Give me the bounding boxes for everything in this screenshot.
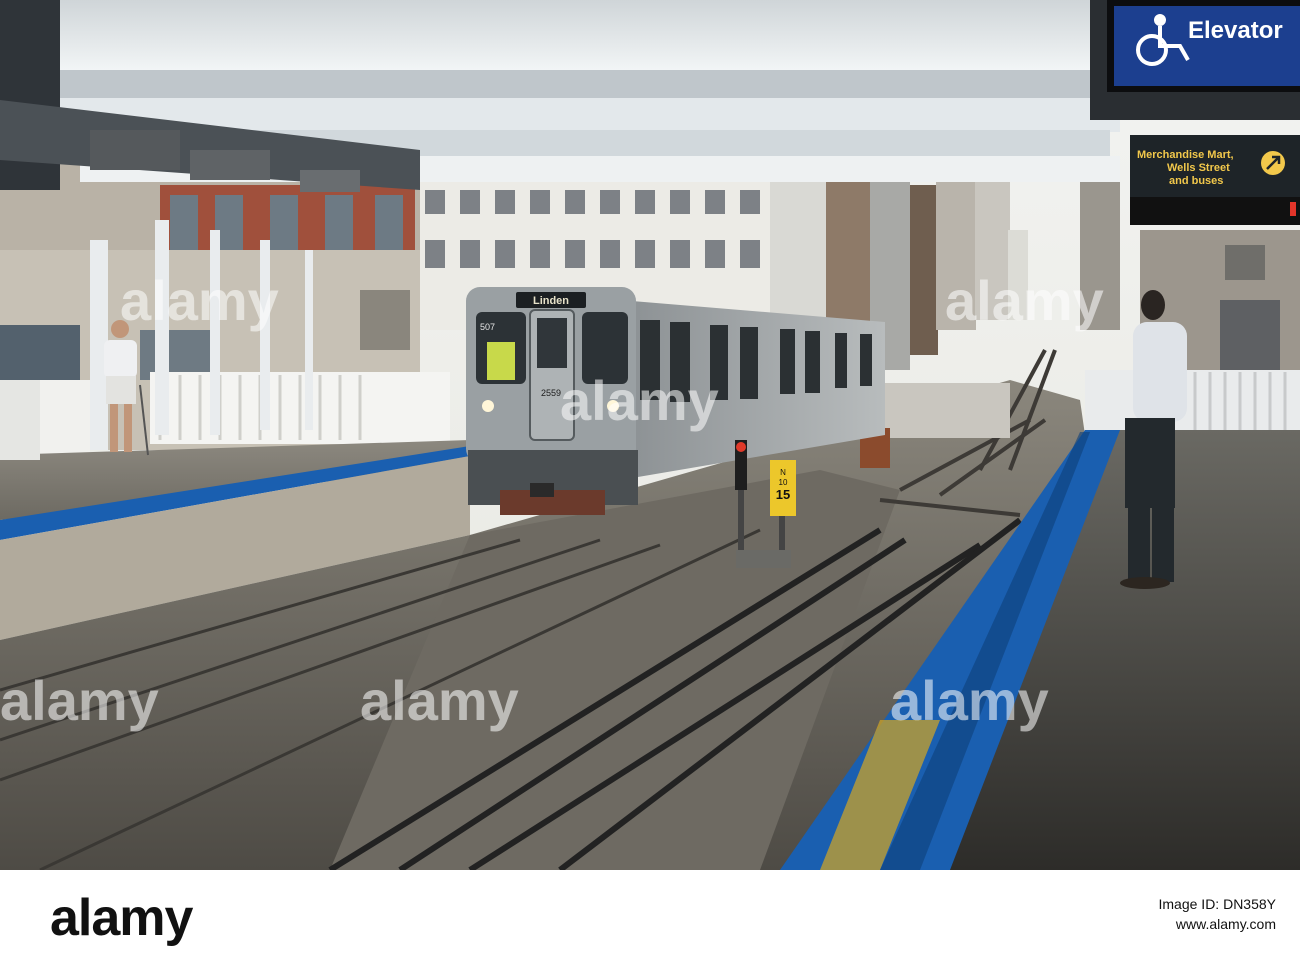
alamy-logo: alamy xyxy=(50,889,193,947)
train-car-number: 2559 xyxy=(541,388,561,398)
transfer-line-2: Wells Street xyxy=(1167,162,1230,174)
transfer-line-1: Merchandise Mart, xyxy=(1137,149,1234,161)
svg-text:alamy: alamy xyxy=(120,269,279,332)
track-marker-top: N xyxy=(780,468,786,477)
image-url: www.alamy.com xyxy=(1175,916,1276,932)
train-run-number: 507 xyxy=(480,322,495,332)
track-marker-number: 15 xyxy=(776,487,790,502)
platform-canopy xyxy=(0,0,1300,192)
elevator-sign: Elevator xyxy=(1107,0,1300,92)
svg-text:alamy: alamy xyxy=(945,269,1104,332)
svg-text:alamy: alamy xyxy=(0,669,159,732)
image-info: Image ID: DN358Y www.alamy.com xyxy=(1159,894,1277,934)
scene-svg: Linden 507 2559 N 10 15 Elevator Merchan… xyxy=(0,0,1300,870)
transfer-sign: Merchandise Mart, Wells Street and buses xyxy=(1130,135,1300,225)
track-marker-mid: 10 xyxy=(779,478,788,487)
photo-scene: Linden 507 2559 N 10 15 Elevator Merchan… xyxy=(0,0,1300,870)
svg-text:alamy: alamy xyxy=(360,669,519,732)
transfer-line-3: and buses xyxy=(1169,175,1223,187)
image-id: Image ID: DN358Y xyxy=(1158,896,1277,912)
svg-text:alamy: alamy xyxy=(890,669,1049,732)
elevator-label: Elevator xyxy=(1188,17,1283,44)
train-destination-sign: Linden xyxy=(533,295,569,307)
stock-footer xyxy=(0,870,1300,960)
svg-text:alamy: alamy xyxy=(560,369,719,432)
